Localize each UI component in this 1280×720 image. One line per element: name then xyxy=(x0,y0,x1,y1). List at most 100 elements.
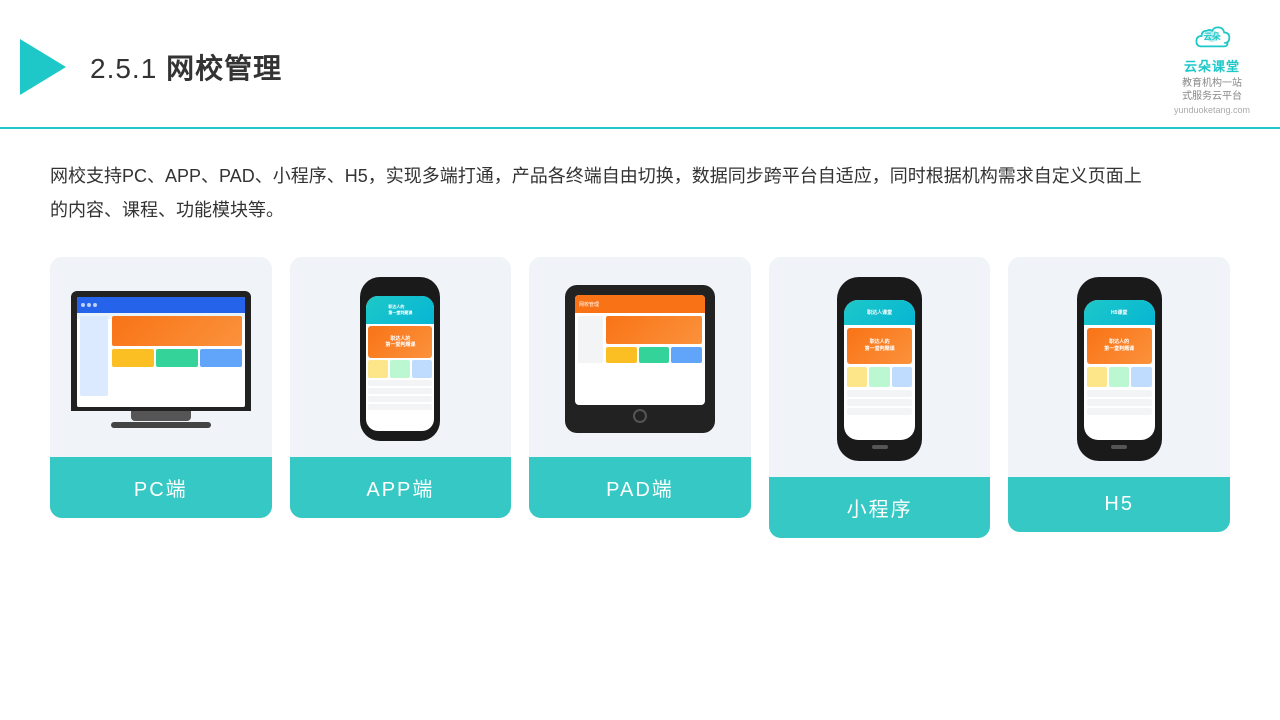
device-card-app: 职达人的第一堂判题课 职达人的第一堂判题课 xyxy=(290,257,512,518)
mini-phone-list-item xyxy=(847,408,912,415)
page-title: 2.5.1 网校管理 xyxy=(90,47,282,87)
brand-slogan: 教育机构一站 式服务云平台 xyxy=(1182,77,1242,103)
tablet-home-button xyxy=(633,409,647,423)
pc-sidebar xyxy=(80,316,108,396)
h5-phone-mockup: H5课堂 职达人的第一堂判题课 xyxy=(1077,277,1162,461)
tablet-card xyxy=(606,347,637,363)
main-content: 网校支持PC、APP、PAD、小程序、H5，实现多端打通，产品各终端自由切换，数… xyxy=(0,129,1280,558)
page-header: 2.5.1 网校管理 云朵 云朵课堂 教育机构一站 式服务云平台 yunduok… xyxy=(0,0,1280,129)
mini-phone-grid-item xyxy=(892,367,912,387)
phone-grid-item xyxy=(368,360,388,378)
tablet-screen: 网校管理 xyxy=(575,295,705,405)
tablet-card xyxy=(639,347,670,363)
pc-screen-content xyxy=(77,297,245,407)
h5-phone-list-item xyxy=(1087,408,1152,415)
tablet-sidebar xyxy=(578,316,603,363)
h5-phone-list xyxy=(1087,390,1152,415)
h5-phone-list-item xyxy=(1087,390,1152,397)
mini-phone-list xyxy=(847,390,912,415)
pad-image-area: 网校管理 xyxy=(529,257,751,457)
h5-phone-grid-item xyxy=(1109,367,1129,387)
phone-grid-item xyxy=(390,360,410,378)
device-card-pad: 网校管理 xyxy=(529,257,751,518)
tablet-outer: 网校管理 xyxy=(565,285,715,433)
pc-mockup xyxy=(71,291,251,428)
device-label-pad: PAD端 xyxy=(529,457,751,518)
mini-phone-grid-item xyxy=(847,367,867,387)
mini-phone-notch xyxy=(868,289,892,295)
mini-phone-home-indicator xyxy=(872,445,888,449)
mini-phone-list-item xyxy=(847,399,912,406)
h5-phone-screen: H5课堂 职达人的第一堂判题课 xyxy=(1084,300,1155,440)
pc-top-bar xyxy=(77,297,245,313)
phone-outer: 职达人的第一堂判题课 职达人的第一堂判题课 xyxy=(360,277,440,441)
h5-image-area: H5课堂 职达人的第一堂判题课 xyxy=(1008,257,1230,477)
pc-card xyxy=(200,349,242,367)
mini-phone-body: 职达人的第一堂判题课 xyxy=(844,325,915,418)
h5-phone-banner: 职达人的第一堂判题课 xyxy=(1087,328,1152,364)
mini-phone-outer: 职达人课堂 职达人的第一堂判题课 xyxy=(837,277,922,461)
description-text: 网校支持PC、APP、PAD、小程序、H5，实现多端打通，产品各终端自由切换，数… xyxy=(50,159,1150,227)
header-left: 2.5.1 网校管理 xyxy=(20,39,282,95)
phone-list-item xyxy=(368,404,432,410)
h5-phone-notch xyxy=(1107,289,1131,295)
phone-list-item xyxy=(368,380,432,386)
pc-image-area xyxy=(50,257,272,457)
h5-phone-top: H5课堂 xyxy=(1084,300,1155,325)
pc-body-content xyxy=(77,313,245,399)
device-cards-container: PC端 职达人的第一堂判题课 职达人的第一堂判题课 xyxy=(50,257,1230,538)
pc-card xyxy=(156,349,198,367)
pc-cards xyxy=(112,349,242,367)
pc-banner xyxy=(112,316,242,346)
tablet-top-text: 网校管理 xyxy=(579,301,701,308)
tablet-body xyxy=(575,313,705,366)
pc-dot xyxy=(87,303,91,307)
brand-name: 云朵课堂 xyxy=(1184,56,1240,75)
h5-phone-home-indicator xyxy=(1111,445,1127,449)
mini-phone-screen: 职达人课堂 职达人的第一堂判题课 xyxy=(844,300,915,440)
h5-phone-grid-item xyxy=(1131,367,1151,387)
mini-phone-grid xyxy=(847,367,912,387)
svg-text:云朵: 云朵 xyxy=(1203,31,1221,41)
device-label-h5: H5 xyxy=(1008,477,1230,532)
tablet-cards xyxy=(606,347,702,363)
phone-list-item xyxy=(368,388,432,394)
phone-grid-item xyxy=(412,360,432,378)
tablet-top-bar: 网校管理 xyxy=(575,295,705,313)
mini-phone-list-item xyxy=(847,390,912,397)
h5-phone-grid xyxy=(1087,367,1152,387)
pc-dot xyxy=(81,303,85,307)
app-phone-mockup: 职达人的第一堂判题课 职达人的第一堂判题课 xyxy=(360,277,440,441)
tablet-mockup: 网校管理 xyxy=(565,285,715,433)
pc-dot xyxy=(93,303,97,307)
pc-main-area xyxy=(112,316,242,396)
logo-triangle-icon xyxy=(20,39,66,95)
brand-url: yunduoketang.com xyxy=(1174,105,1250,115)
pc-screen-inner xyxy=(77,297,245,407)
cloud-svg-icon: 云朵 xyxy=(1186,18,1238,54)
mini-phone-top: 职达人课堂 xyxy=(844,300,915,325)
cloud-icon: 云朵 xyxy=(1186,18,1238,54)
phone-screen: 职达人的第一堂判题课 职达人的第一堂判题课 xyxy=(366,296,434,431)
tablet-main xyxy=(606,316,702,363)
device-card-pc: PC端 xyxy=(50,257,272,518)
tablet-card xyxy=(671,347,702,363)
phone-screen-content: 职达人的第一堂判题课 xyxy=(366,324,434,414)
phone-list-item xyxy=(368,396,432,402)
pc-screen-outer xyxy=(71,291,251,411)
device-label-app: APP端 xyxy=(290,457,512,518)
phone-banner: 职达人的第一堂判题课 xyxy=(368,326,432,358)
pc-base xyxy=(111,422,211,428)
mini-phone-grid-item xyxy=(869,367,889,387)
phone-grid xyxy=(368,360,432,378)
pc-card xyxy=(112,349,154,367)
device-label-pc: PC端 xyxy=(50,457,272,518)
brand-logo: 云朵 云朵课堂 教育机构一站 式服务云平台 yunduoketang.com xyxy=(1174,18,1250,115)
phone-screen-top: 职达人的第一堂判题课 xyxy=(366,296,434,324)
h5-phone-outer: H5课堂 职达人的第一堂判题课 xyxy=(1077,277,1162,461)
device-label-miniprogram: 小程序 xyxy=(769,477,991,538)
mini-phone-banner-text: 职达人的第一堂判题课 xyxy=(865,339,895,353)
app-image-area: 职达人的第一堂判题课 职达人的第一堂判题课 xyxy=(290,257,512,457)
device-card-miniprogram: 职达人课堂 职达人的第一堂判题课 xyxy=(769,257,991,538)
pc-stand xyxy=(131,411,191,421)
